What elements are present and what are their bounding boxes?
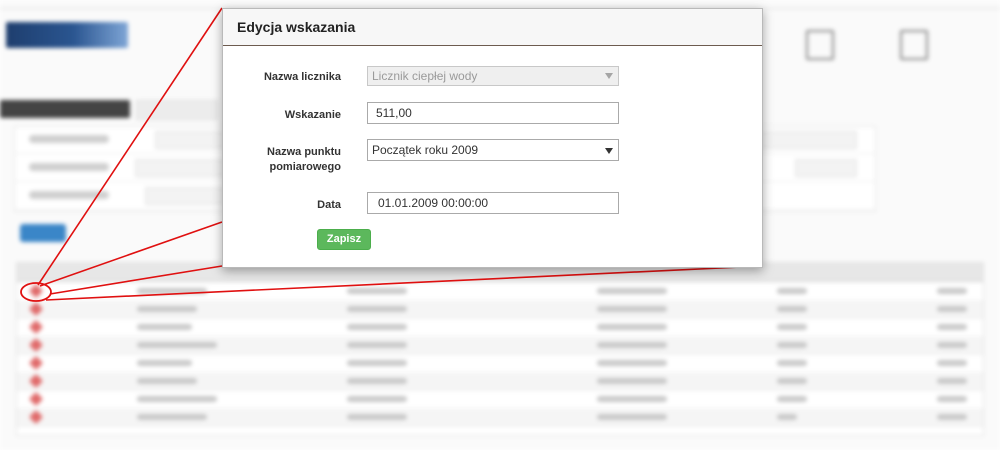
- measurement-point-label-line2: pomiarowego: [269, 161, 341, 173]
- date-value: 01.01.2009 00:00:00: [378, 196, 489, 210]
- measurement-point-label: Nazwa punktu pomiarowego: [223, 145, 341, 175]
- filter-label: [29, 135, 109, 143]
- measurement-point-label-line1: Nazwa punktu: [267, 146, 341, 158]
- table-row: [17, 390, 983, 409]
- caret-down-icon: [605, 73, 613, 79]
- table-row: [17, 282, 983, 301]
- table-row: [17, 300, 983, 319]
- reading-label: Wskazanie: [284, 109, 341, 121]
- document-icon: [900, 30, 928, 60]
- readings-table: [16, 262, 984, 436]
- ribbon-icon: [806, 30, 834, 60]
- filter-field[interactable]: [755, 131, 857, 149]
- pencil-edit-icon[interactable]: [28, 337, 44, 353]
- edit-reading-dialog: Edycja wskazania Nazwa licznika Licznik …: [222, 8, 763, 268]
- filter-label: [29, 163, 109, 171]
- meter-name-label: Nazwa licznika: [263, 71, 341, 83]
- filter-field[interactable]: [145, 187, 227, 205]
- table-row: [17, 336, 983, 355]
- measurement-point-select[interactable]: Początek roku 2009: [367, 139, 619, 161]
- pencil-edit-icon[interactable]: [28, 409, 44, 425]
- ribbon-button-1[interactable]: [790, 30, 850, 80]
- date-label: Data: [317, 199, 341, 211]
- meter-name-value: Licznik ciepłej wody: [372, 69, 478, 83]
- filter-field[interactable]: [135, 159, 227, 177]
- table-row: [17, 318, 983, 337]
- ribbon-button-2[interactable]: [884, 30, 944, 80]
- reading-input[interactable]: 511,00: [367, 102, 619, 124]
- save-button[interactable]: Zapisz: [317, 229, 371, 250]
- pencil-edit-icon[interactable]: [28, 391, 44, 407]
- filter-field[interactable]: [795, 159, 857, 177]
- table-row: [17, 408, 983, 427]
- pencil-edit-icon[interactable]: [28, 355, 44, 371]
- secondary-tab[interactable]: [136, 100, 218, 120]
- table-row: [17, 354, 983, 373]
- main-menu-button[interactable]: [0, 100, 130, 118]
- table-row: [17, 372, 983, 391]
- logo-subtitle: [6, 58, 126, 80]
- pencil-edit-icon[interactable]: [28, 283, 44, 299]
- filter-label: [29, 191, 109, 199]
- pencil-edit-icon[interactable]: [28, 373, 44, 389]
- pencil-edit-icon[interactable]: [28, 301, 44, 317]
- measurement-point-value: Początek roku 2009: [372, 143, 479, 157]
- dialog-header: Edycja wskazania: [223, 9, 762, 46]
- caret-down-icon: [605, 148, 613, 154]
- dialog-title: Edycja wskazania: [237, 19, 356, 35]
- filter-field[interactable]: [155, 131, 227, 149]
- filter-apply-button[interactable]: [20, 224, 66, 242]
- reading-value: 511,00: [376, 106, 412, 120]
- date-input[interactable]: 01.01.2009 00:00:00: [367, 192, 619, 214]
- pencil-edit-icon[interactable]: [28, 319, 44, 335]
- meter-name-select: Licznik ciepłej wody: [367, 66, 619, 86]
- app-logo: [6, 22, 128, 48]
